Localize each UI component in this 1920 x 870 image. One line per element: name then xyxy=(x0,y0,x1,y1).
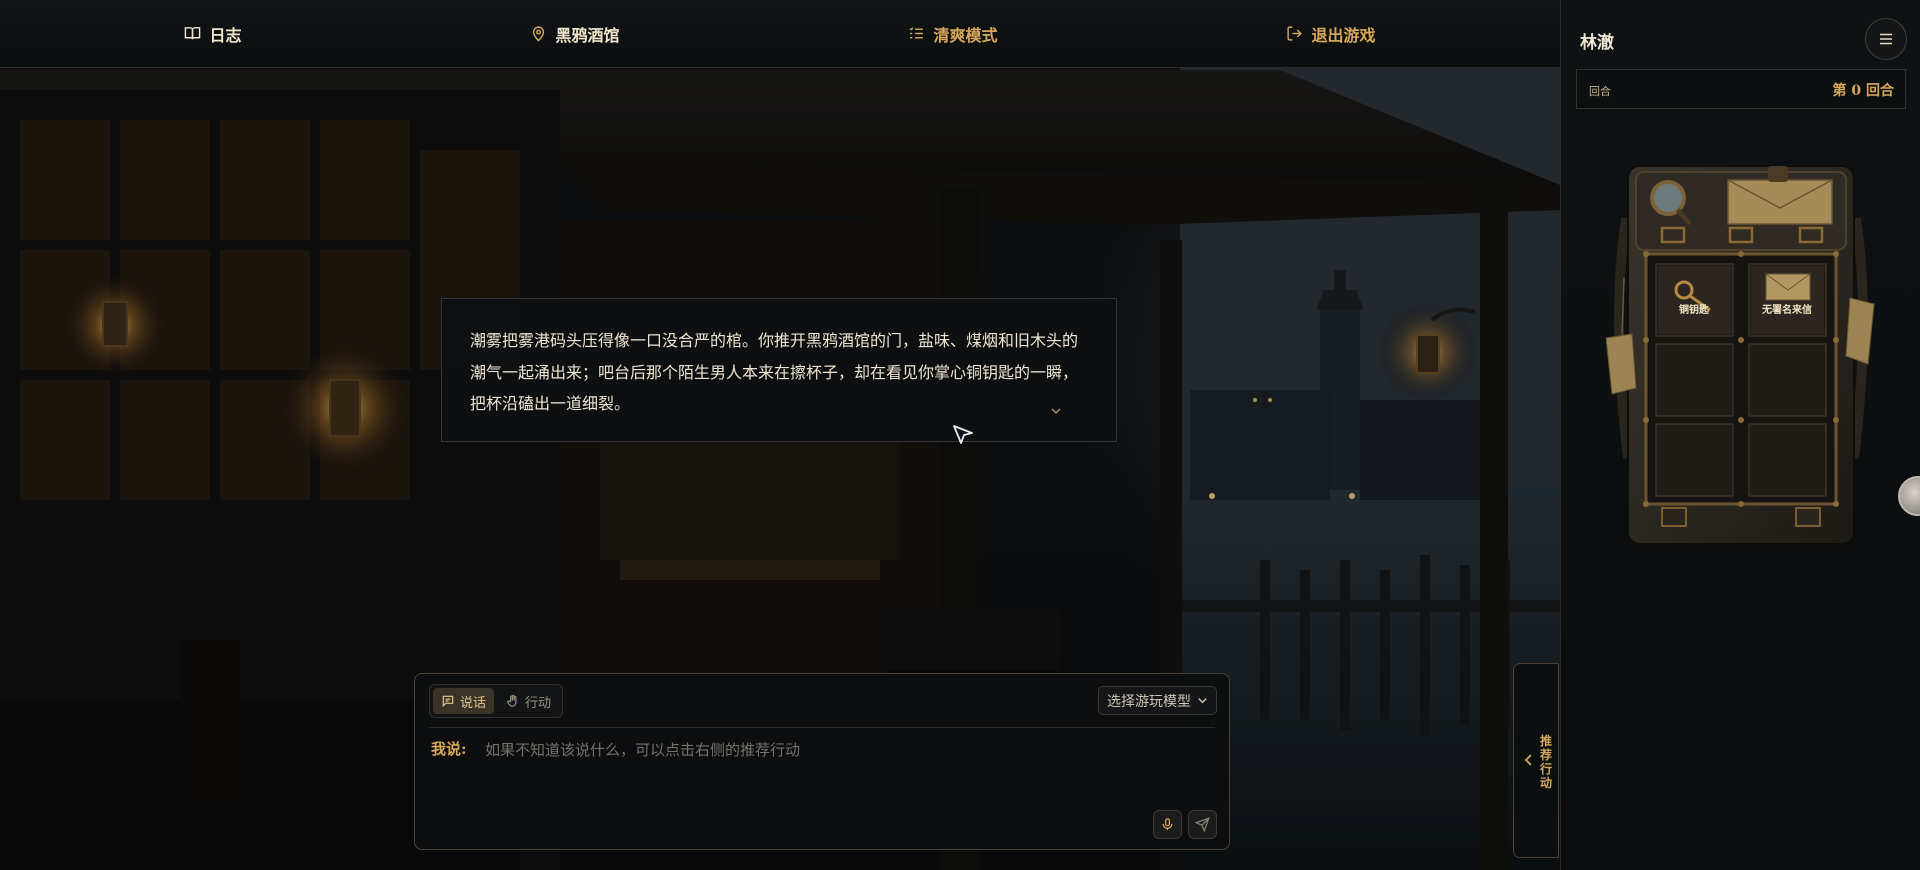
player-name: 林澈 xyxy=(1580,33,1614,53)
inventory-item-label: 铜钥匙 xyxy=(1679,303,1710,316)
nav-journal-label: 日志 xyxy=(209,25,242,45)
chevron-down-icon[interactable] xyxy=(1050,405,1062,417)
chevron-left-icon xyxy=(1524,754,1532,766)
book-icon xyxy=(185,27,201,40)
inventory-slot-key[interactable]: 铜钥匙 xyxy=(1658,266,1731,334)
character-side-panel: 林澈 回合 第 0 回合 铜钥匙 无署名来信 xyxy=(1560,0,1920,870)
inventory-item-label: 无署名来信 xyxy=(1761,303,1812,316)
nav-mode[interactable]: 清爽模式 xyxy=(908,22,998,46)
microphone-button[interactable] xyxy=(1153,810,1182,839)
nav-journal[interactable]: 日志 xyxy=(184,22,242,46)
act-mode-label: 行动 xyxy=(525,695,552,711)
inventory-slot-letter[interactable]: 无署名来信 xyxy=(1751,266,1824,334)
send-button[interactable] xyxy=(1188,810,1217,839)
suggested-actions-tab[interactable]: 推荐行动 xyxy=(1513,663,1559,858)
act-mode-button[interactable]: 行动 xyxy=(498,688,559,714)
mouse-cursor-icon xyxy=(953,425,973,444)
nav-location[interactable]: 黑鸦酒馆 xyxy=(530,22,620,46)
letter-icon xyxy=(1765,273,1811,301)
logout-icon xyxy=(1287,26,1303,41)
inventory-backpack: 铜钥匙 无署名来信 xyxy=(1606,165,1875,545)
narration-box[interactable]: 潮雾把雾港码头压得像一口没合严的棺。你推开黑鸦酒馆的门，盐味、煤烟和旧木头的潮气… xyxy=(441,298,1117,442)
speaker-label: 我说: xyxy=(431,740,467,758)
hamburger-icon xyxy=(1880,33,1892,45)
chevron-down-icon xyxy=(1198,698,1207,704)
top-navigation: 日志 黑鸦酒馆 清爽模式 退出游戏 xyxy=(0,0,1560,68)
chat-input-panel: 说话 行动 选择游玩模型 我说: xyxy=(414,673,1230,850)
message-icon xyxy=(442,695,454,708)
nav-exit-game[interactable]: 退出游戏 xyxy=(1286,22,1376,46)
speak-mode-button[interactable]: 说话 xyxy=(433,688,495,714)
round-counter: 回合 第 0 回合 xyxy=(1576,69,1906,109)
model-select-label: 选择游玩模型 xyxy=(1107,693,1191,710)
microphone-icon xyxy=(1162,818,1173,831)
speak-mode-label: 说话 xyxy=(460,695,487,711)
suggested-actions-label: 推荐行动 xyxy=(1540,734,1553,790)
round-label: 回合 xyxy=(1589,85,1611,98)
input-divider xyxy=(429,727,1215,728)
menu-button[interactable] xyxy=(1865,18,1907,60)
list-icon xyxy=(910,27,924,39)
chat-input[interactable] xyxy=(483,735,1187,765)
mode-toggle: 说话 行动 xyxy=(429,684,564,718)
nav-exit-label: 退出游戏 xyxy=(1311,25,1376,45)
model-select-dropdown[interactable]: 选择游玩模型 xyxy=(1098,686,1217,715)
send-icon xyxy=(1195,817,1210,832)
round-value: 第 0 回合 xyxy=(1832,83,1895,99)
hand-icon xyxy=(507,694,517,707)
nav-location-label: 黑鸦酒馆 xyxy=(555,25,620,45)
map-pin-icon xyxy=(533,26,545,42)
narration-text: 潮雾把雾港码头压得像一口没合严的棺。你推开黑鸦酒馆的门，盐味、煤烟和旧木头的潮气… xyxy=(470,331,1079,413)
nav-mode-label: 清爽模式 xyxy=(933,25,998,45)
